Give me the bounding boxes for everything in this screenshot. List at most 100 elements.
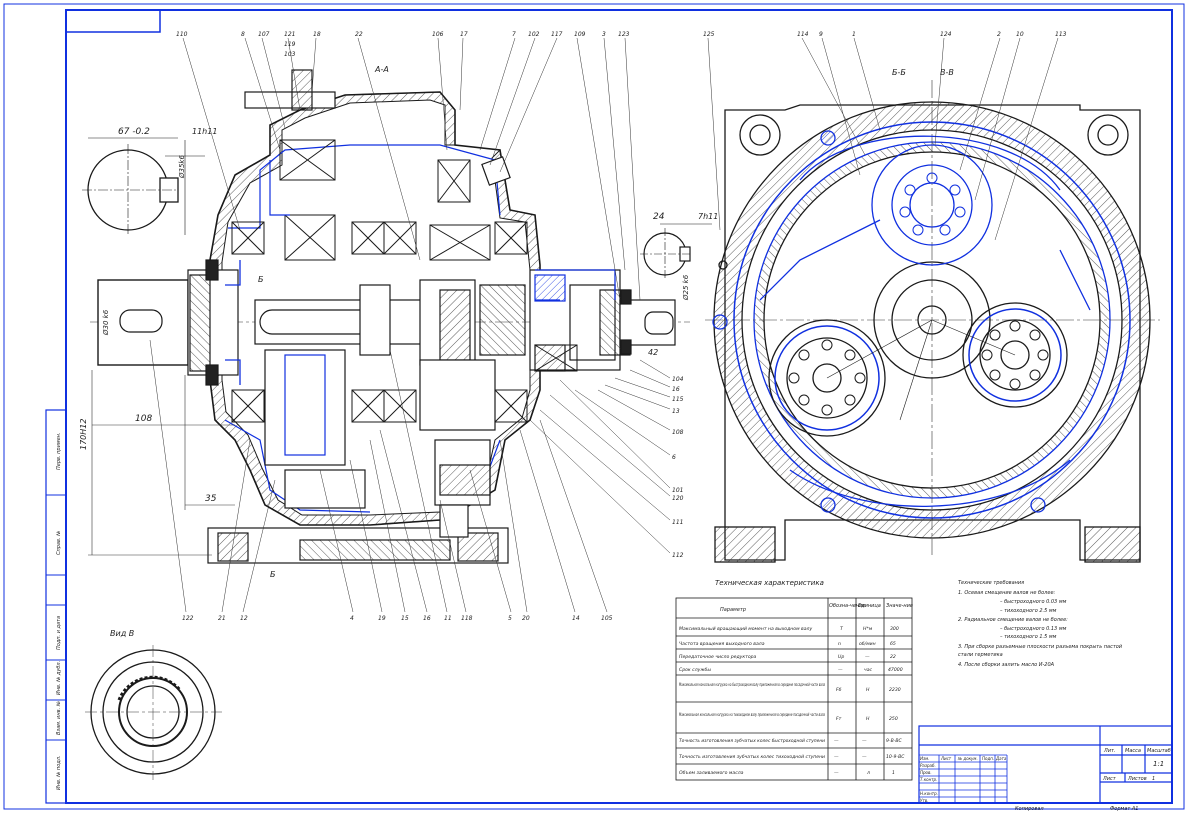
dim-35: 35 — [205, 494, 217, 504]
tech-req-line-6: 3. При сборке разъемные плоскости разъем… — [958, 644, 1123, 650]
tb-row-date: Дата — [995, 756, 1007, 761]
tb-sheets-label: Листов — [1127, 776, 1147, 782]
tc-row-4-unit: Н — [866, 687, 870, 693]
leader-114: 114 — [797, 31, 809, 38]
tc-row-8-param: Объем заливаемого масла — [679, 770, 744, 776]
assembly-drawing-sheet: Перв. примен. Справ. № Подп. и дата Инв.… — [3, 3, 1185, 812]
tech-req-line-0: 1. Осевая смещение валов не более: — [958, 590, 1056, 596]
dim-108: 108 — [135, 414, 152, 424]
tb-scale-value: 1:1 — [1153, 760, 1164, 768]
tech-req-line-7: стали герметика — [958, 652, 1003, 658]
leader-21: 21 — [218, 615, 226, 622]
leader-19: 19 — [378, 615, 386, 622]
tc-row-0-value: 300 — [890, 626, 899, 632]
leader-110: 110 — [176, 31, 188, 38]
tc-row-4-value: 2230 — [889, 687, 901, 693]
view-v — [85, 645, 222, 780]
tc-row-4-param: Максимальная консольная нагрузка на быст… — [679, 682, 825, 688]
tc-row-2-value: 22 — [890, 654, 896, 660]
tech-char-title: Техническая характеристика — [715, 579, 824, 587]
leader-4: 4 — [350, 615, 354, 622]
tc-row-8-unit: л — [866, 771, 870, 776]
cross-section-view — [705, 80, 1160, 563]
leader-121: 121 — [284, 31, 295, 38]
tb-sheets-value: 1 — [1152, 776, 1155, 782]
leader-112: 112 — [672, 552, 684, 559]
tc-row-1-sym: n — [838, 642, 841, 647]
leader-15: 15 — [401, 615, 409, 622]
title-block — [918, 725, 1173, 804]
leader-1: 1 — [852, 31, 856, 38]
tb-format: Формат A1 — [1110, 806, 1138, 812]
leader-17: 17 — [460, 31, 468, 38]
dim-shaft-right: Ø25 k6 — [682, 274, 690, 301]
tech-req-line-4: – быстроходного 0.13 мм — [1000, 626, 1067, 632]
strip-text-6: Инв. № подл. — [56, 756, 62, 791]
leader-113: 113 — [1055, 31, 1067, 38]
corner-stamp — [65, 9, 161, 33]
tc-row-1-value: 65 — [890, 641, 896, 647]
leader-8: 8 — [241, 31, 245, 38]
tech-req-line-2: – тихоходного 2.5 мм — [1000, 608, 1057, 614]
longitudinal-section — [90, 69, 690, 564]
tc-row-1-unit: об/мин — [859, 641, 876, 647]
tc-row-8-value: 1 — [892, 770, 895, 776]
leaders-right — [529, 359, 671, 554]
tc-row-8-sym: — — [834, 771, 839, 776]
leader-5: 5 — [508, 615, 512, 622]
tc-row-7-value: 10-9-ВС — [886, 754, 905, 760]
leader-109: 109 — [574, 31, 586, 38]
tc-row-3-value: 47000 — [888, 667, 903, 673]
leader-13: 13 — [672, 408, 680, 415]
leader-107: 107 — [258, 31, 270, 38]
tb-row-izm: Изм. — [920, 756, 929, 761]
section-a-label: А-А — [374, 65, 389, 74]
dim-shaft-left: Ø30 k6 — [102, 309, 110, 336]
tc-row-0-unit: Н*м — [863, 626, 873, 632]
side-strip: Перв. примен. Справ. № Подп. и дата Инв.… — [45, 409, 67, 804]
tech-req-line-5: – тихоходного 1.5 мм — [1000, 634, 1057, 640]
tech-char-rows: Максимальный вращающий момент на выходно… — [679, 626, 905, 776]
tc-row-6-param: Точность изготовления зубчатых колес быс… — [679, 738, 825, 744]
strip-text-3: Инв. № дубл. — [56, 661, 62, 695]
tc-row-3-unit: час — [864, 668, 873, 673]
tb-col-scale: Масштаб — [1147, 748, 1171, 754]
leader-123: 123 — [618, 31, 630, 38]
leader-3: 3 — [602, 31, 606, 38]
tech-req-line-8: 4. После сборки залить масло И-20А — [958, 662, 1055, 668]
tc-row-5-value: 250 — [889, 716, 898, 722]
strip-text-4: Взам. инв. № — [56, 701, 62, 735]
tc-row-4-sym: Fб — [836, 687, 842, 693]
dim-7h11: 7h11 — [698, 212, 718, 221]
tc-row-7-param: Точность изготовления зубчатых колес тих… — [679, 754, 825, 760]
tb-col-mass: Масса — [1125, 748, 1141, 754]
leader-numbers-bottom: 122 21 12 4 19 15 16 11 118 5 20 14 105 — [182, 615, 613, 622]
tc-row-0-param: Максимальный вращающий момент на выходно… — [679, 626, 812, 632]
tb-copied: Копировал — [1015, 806, 1044, 812]
leader-101: 101 — [672, 487, 683, 494]
strip-text-2: Подп. и дата — [56, 616, 62, 650]
tc-row-6-unit: — — [862, 739, 867, 744]
leader-118: 118 — [461, 615, 473, 622]
tb-row-doc: № докум. — [957, 756, 978, 761]
leader-102: 102 — [528, 31, 540, 38]
leader-20: 20 — [522, 615, 530, 622]
leader-16: 16 — [423, 615, 431, 622]
leader-105: 105 — [601, 615, 613, 622]
leader-22: 22 — [355, 31, 363, 38]
leader-103: 103 — [284, 51, 296, 58]
tc-row-0-sym: T — [840, 626, 844, 632]
tc-row-6-value: 9-В-ВС — [886, 738, 903, 744]
leader-6: 6 — [672, 454, 676, 461]
leader-10: 10 — [1016, 31, 1024, 38]
strip-text-1: Справ. № — [56, 531, 62, 555]
leader-122: 122 — [182, 615, 194, 622]
tb-role-tkontr: Т.контр. — [920, 777, 937, 782]
tc-row-7-unit: — — [862, 755, 867, 760]
tech-req-line-3: 2. Радиальное смещение валов не более: — [958, 617, 1068, 623]
leader-11: 11 — [444, 615, 452, 622]
section-left-marker: Б — [258, 275, 264, 284]
dim-11h11: 11h11 — [192, 127, 217, 136]
leader-9: 9 — [819, 31, 823, 38]
tb-role-prov: Пров. — [920, 770, 932, 775]
